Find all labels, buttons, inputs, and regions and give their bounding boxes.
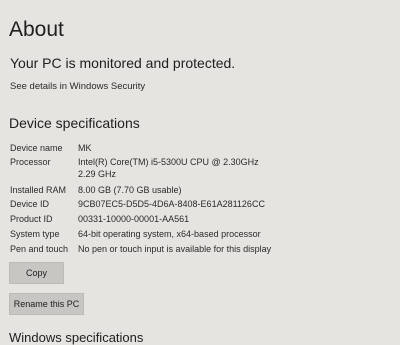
rename-pc-button[interactable]: Rename this PC xyxy=(9,293,84,315)
spec-value: 8.00 GB (7.70 GB usable) xyxy=(78,185,182,195)
protection-status: Your PC is monitored and protected. xyxy=(10,55,236,71)
spec-value: Intel(R) Core(TM) i5-5300U CPU @ 2.30GHz… xyxy=(78,157,259,179)
windows-security-link[interactable]: See details in Windows Security xyxy=(10,81,145,92)
spec-label: System type xyxy=(10,229,60,239)
about-page: About Your PC is monitored and protected… xyxy=(0,0,400,345)
copy-button[interactable]: Copy xyxy=(9,262,64,284)
spec-value: 64-bit operating system, x64-based proce… xyxy=(78,229,261,239)
spec-value: MK xyxy=(78,143,92,153)
spec-value: No pen or touch input is available for t… xyxy=(78,244,272,254)
spec-value: 00331-10000-00001-AA561 xyxy=(78,214,190,224)
device-specifications-heading: Device specifications xyxy=(9,115,140,131)
spec-label: Product ID xyxy=(10,214,53,224)
spec-value: 9CB07EC5-D5D5-4D6A-8408-E61A281126CC xyxy=(78,199,265,209)
page-title: About xyxy=(9,18,64,41)
spec-label: Installed RAM xyxy=(10,185,67,195)
windows-specifications-heading: Windows specifications xyxy=(9,330,144,345)
spec-label: Device ID xyxy=(10,199,50,209)
spec-label: Pen and touch xyxy=(10,244,69,254)
spec-label: Device name xyxy=(10,143,63,153)
spec-label: Processor xyxy=(10,157,51,167)
